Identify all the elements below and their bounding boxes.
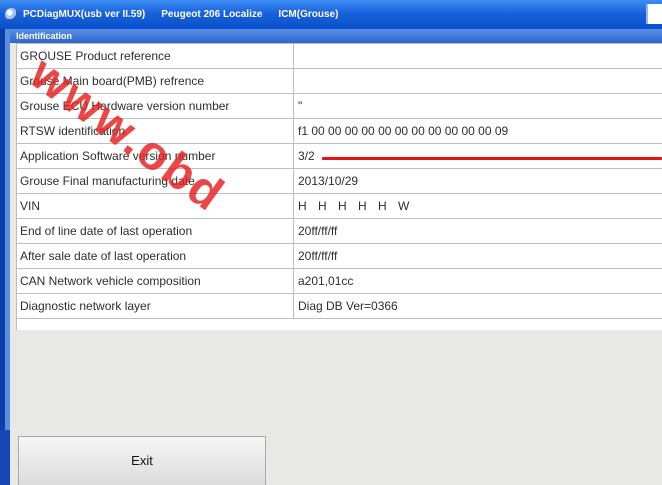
row-label: CAN Network vehicle composition (17, 269, 294, 293)
red-highlight-line (322, 157, 662, 160)
row-label: VIN (17, 194, 294, 218)
maximize-button[interactable] (646, 4, 662, 24)
row-label: Grouse Main board(PMB) refrence (17, 69, 294, 93)
row-label: After sale date of last operation (17, 244, 294, 268)
row-label: Application Software version number (17, 144, 294, 168)
table-row[interactable]: CAN Network vehicle composition a201,01c… (17, 269, 662, 294)
row-value: f1 00 00 00 00 00 00 00 00 00 00 00 09 (298, 124, 509, 138)
row-value: 3/2 (298, 149, 315, 163)
row-value: 20ff/ff/ff (298, 224, 338, 238)
row-value: Diag DB Ver=0366 (298, 299, 398, 313)
application-window: PCDiagMUX(usb ver II.59) Peugeot 206 Loc… (0, 0, 662, 485)
row-value: 20ff/ff/ff (298, 249, 338, 263)
row-label: Grouse ECU Hardware version number (17, 94, 294, 118)
table-row[interactable]: RTSW identification f1 00 00 00 00 00 00… (17, 119, 662, 144)
table-row[interactable]: Grouse Main board(PMB) refrence (17, 69, 662, 94)
app-icon (5, 8, 18, 21)
row-value: " (298, 99, 303, 113)
row-label: Grouse Final manufacturing date (17, 169, 294, 193)
table-row[interactable]: Grouse ECU Hardware version number " (17, 94, 662, 119)
row-value: 2013/10/29 (298, 174, 359, 188)
exit-button[interactable]: Exit (18, 436, 266, 485)
table-row[interactable]: Diagnostic network layer Diag DB Ver=036… (17, 294, 662, 319)
row-label: RTSW identification (17, 119, 294, 143)
vin-prefix: H H H H H W (298, 199, 414, 213)
table-row[interactable]: After sale date of last operation 20ff/f… (17, 244, 662, 269)
table-row[interactable]: GROUSE Product reference (17, 44, 662, 69)
row-label: GROUSE Product reference (17, 44, 294, 68)
row-label: Diagnostic network layer (17, 294, 294, 318)
table-row[interactable]: VIN H H H H H W (17, 194, 662, 219)
identification-header: Identification (10, 29, 662, 43)
title-bar[interactable]: PCDiagMUX(usb ver II.59) Peugeot 206 Loc… (0, 0, 662, 29)
row-value-vin: H H H H H W (298, 194, 658, 218)
table-row[interactable]: End of line date of last operation 20ff/… (17, 219, 662, 244)
row-value-underscores (298, 44, 658, 68)
window-title-vehicle: Peugeot 206 Localize (161, 9, 263, 20)
row-label: End of line date of last operation (17, 219, 294, 243)
window-title-ecu: ICM(Grouse) (278, 9, 339, 20)
table-row[interactable]: Grouse Final manufacturing date 2013/10/… (17, 169, 662, 194)
window-title-app: PCDiagMUX(usb ver II.59) (23, 9, 146, 20)
identification-table: GROUSE Product reference Grouse Main boa… (16, 43, 662, 330)
row-value-underscores (298, 69, 658, 93)
row-value: a201,01cc (298, 274, 354, 288)
